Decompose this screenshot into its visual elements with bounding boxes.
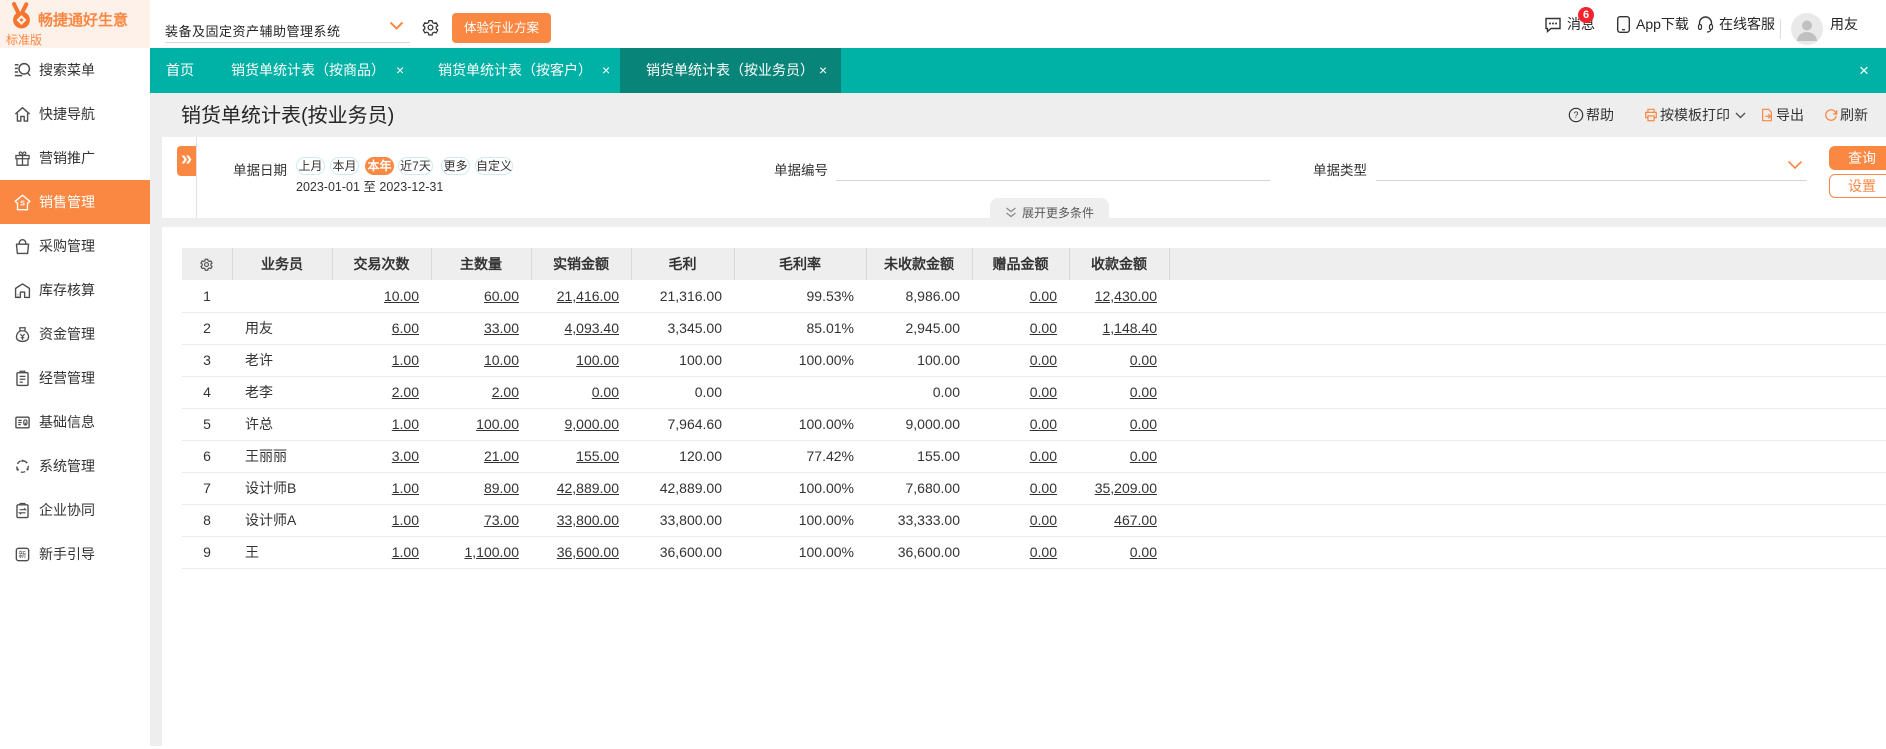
svg-text:新: 新 [19, 549, 27, 559]
svg-text:S: S [20, 198, 25, 207]
svg-text:?: ? [1573, 110, 1578, 120]
